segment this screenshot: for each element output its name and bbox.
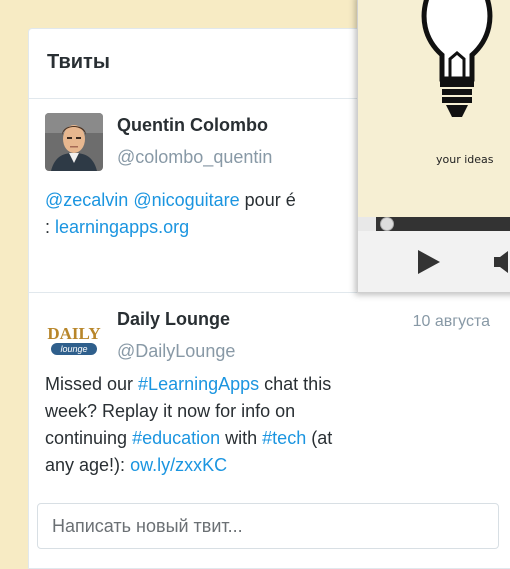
author-name[interactable]: Daily Lounge (117, 309, 230, 330)
url-link[interactable]: learningapps.org (55, 217, 189, 237)
mention-link[interactable]: @zecalvin (45, 190, 128, 210)
daily-lounge-logo: DAILY lounge (45, 307, 103, 365)
author-handle[interactable]: @DailyLounge (117, 341, 235, 362)
compose-tweet-input[interactable] (38, 504, 498, 548)
video-caption: your ideas (436, 153, 494, 166)
video-screen[interactable]: your ideas (358, 0, 510, 217)
video-controls (358, 231, 510, 292)
video-seek-handle[interactable] (380, 217, 394, 231)
logo-text-bottom: lounge (60, 344, 87, 354)
play-icon[interactable] (416, 249, 442, 275)
lightbulb-icon (421, 0, 493, 117)
video-player-overlay[interactable]: your ideas (357, 0, 510, 293)
tweet-date[interactable]: 10 августа (413, 313, 490, 331)
author-handle[interactable]: @colombo_quentin (117, 147, 272, 168)
logo-text-top: DAILY (47, 324, 100, 343)
author-name[interactable]: Quentin Colombo (117, 115, 268, 136)
compose-tweet-box[interactable] (37, 503, 499, 549)
tweet-item[interactable]: DAILY lounge Daily Lounge @DailyLounge 1… (29, 293, 510, 503)
tweet-text-segment: Missed our (45, 374, 139, 394)
volume-icon[interactable] (492, 249, 510, 275)
hashtag-link[interactable]: #education (132, 428, 220, 448)
tweet-text: Missed our #LearningApps chat this week?… (45, 371, 445, 479)
avatar[interactable] (45, 113, 103, 171)
avatar[interactable]: DAILY lounge (45, 307, 103, 365)
hashtag-link[interactable]: #tech (262, 428, 306, 448)
video-progress-bar[interactable] (376, 217, 510, 231)
hashtag-link[interactable]: #LearningApps (138, 374, 259, 394)
avatar-image (45, 113, 103, 171)
timeline-title: Твиты (47, 51, 110, 73)
url-link[interactable]: ow.ly/zxxKC (130, 455, 227, 475)
mention-link[interactable]: @nicoguitare (133, 190, 239, 210)
tweet-text-segment: with (220, 428, 263, 448)
